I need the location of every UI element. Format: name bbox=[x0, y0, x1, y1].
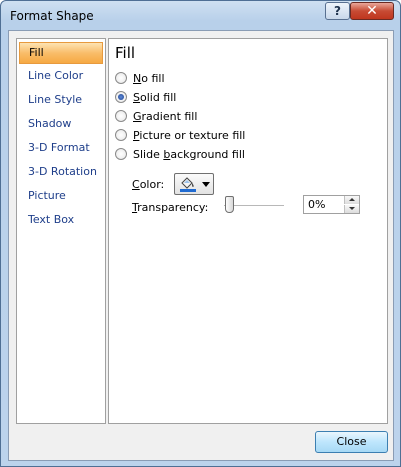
radio-button[interactable] bbox=[115, 148, 127, 160]
nav-item-label: Shadow bbox=[28, 117, 72, 130]
nav-item-label: Line Color bbox=[28, 69, 84, 82]
radio-gradient-fill[interactable]: Gradient fill bbox=[115, 108, 197, 124]
nav-item-fill[interactable]: Fill bbox=[19, 42, 103, 64]
nav-item-label: Fill bbox=[29, 46, 44, 59]
help-button[interactable]: ? bbox=[325, 2, 350, 20]
category-list: Fill Line Color Line Style Shadow 3-D Fo… bbox=[16, 38, 106, 424]
nav-item-label: 3-D Format bbox=[28, 141, 90, 154]
format-shape-dialog: Format Shape ? ✕ Fill Line Color Line St… bbox=[0, 0, 401, 467]
nav-item-3d-format[interactable]: 3-D Format bbox=[19, 137, 103, 159]
radio-slide-background-fill[interactable]: Slide background fill bbox=[115, 146, 245, 162]
dialog-title: Format Shape bbox=[10, 9, 94, 23]
nav-item-picture[interactable]: Picture bbox=[19, 185, 103, 207]
nav-item-label: Picture bbox=[28, 189, 66, 202]
spin-up-icon[interactable] bbox=[344, 196, 359, 204]
radio-label: Gradient fill bbox=[133, 109, 198, 123]
close-icon: ✕ bbox=[366, 3, 378, 19]
paint-bucket-icon bbox=[180, 177, 196, 192]
transparency-value[interactable]: 0% bbox=[308, 198, 325, 211]
radio-label: Solid fill bbox=[133, 90, 177, 104]
radio-no-fill[interactable]: No fill bbox=[115, 70, 165, 86]
dialog-body: Fill Line Color Line Style Shadow 3-D Fo… bbox=[8, 30, 394, 461]
transparency-slider-thumb[interactable] bbox=[225, 196, 234, 213]
radio-button[interactable] bbox=[115, 72, 127, 84]
radio-button[interactable] bbox=[115, 129, 127, 141]
transparency-spinner[interactable]: 0% bbox=[303, 195, 360, 214]
close-button[interactable]: Close bbox=[315, 431, 388, 453]
radio-button[interactable] bbox=[115, 110, 127, 122]
nav-item-line-color[interactable]: Line Color bbox=[19, 65, 103, 87]
nav-item-3d-rotation[interactable]: 3-D Rotation bbox=[19, 161, 103, 183]
radio-button[interactable] bbox=[115, 91, 127, 103]
radio-solid-fill[interactable]: Solid fill bbox=[115, 89, 176, 105]
help-icon: ? bbox=[334, 4, 341, 18]
radio-label: Slide background fill bbox=[133, 147, 245, 161]
chevron-down-icon bbox=[202, 182, 210, 187]
fill-panel: Fill No fill Solid fill Gradient fill Pi… bbox=[108, 38, 388, 424]
radio-label: Picture or texture fill bbox=[133, 128, 246, 142]
nav-item-text-box[interactable]: Text Box bbox=[19, 209, 103, 231]
spin-down-icon[interactable] bbox=[344, 205, 359, 213]
nav-item-line-style[interactable]: Line Style bbox=[19, 89, 103, 111]
radio-picture-texture-fill[interactable]: Picture or texture fill bbox=[115, 127, 245, 143]
nav-item-label: 3-D Rotation bbox=[28, 165, 97, 178]
title-bar[interactable]: Format Shape ? ✕ bbox=[1, 1, 400, 29]
transparency-label: Transparency: bbox=[132, 201, 209, 214]
window-close-button[interactable]: ✕ bbox=[350, 2, 394, 20]
nav-item-label: Text Box bbox=[28, 213, 75, 226]
panel-title: Fill bbox=[115, 44, 136, 62]
color-picker-button[interactable] bbox=[174, 173, 214, 195]
color-label: Color: bbox=[132, 178, 165, 191]
radio-label: No fill bbox=[133, 71, 165, 85]
nav-item-shadow[interactable]: Shadow bbox=[19, 113, 103, 135]
nav-item-label: Line Style bbox=[28, 93, 83, 106]
